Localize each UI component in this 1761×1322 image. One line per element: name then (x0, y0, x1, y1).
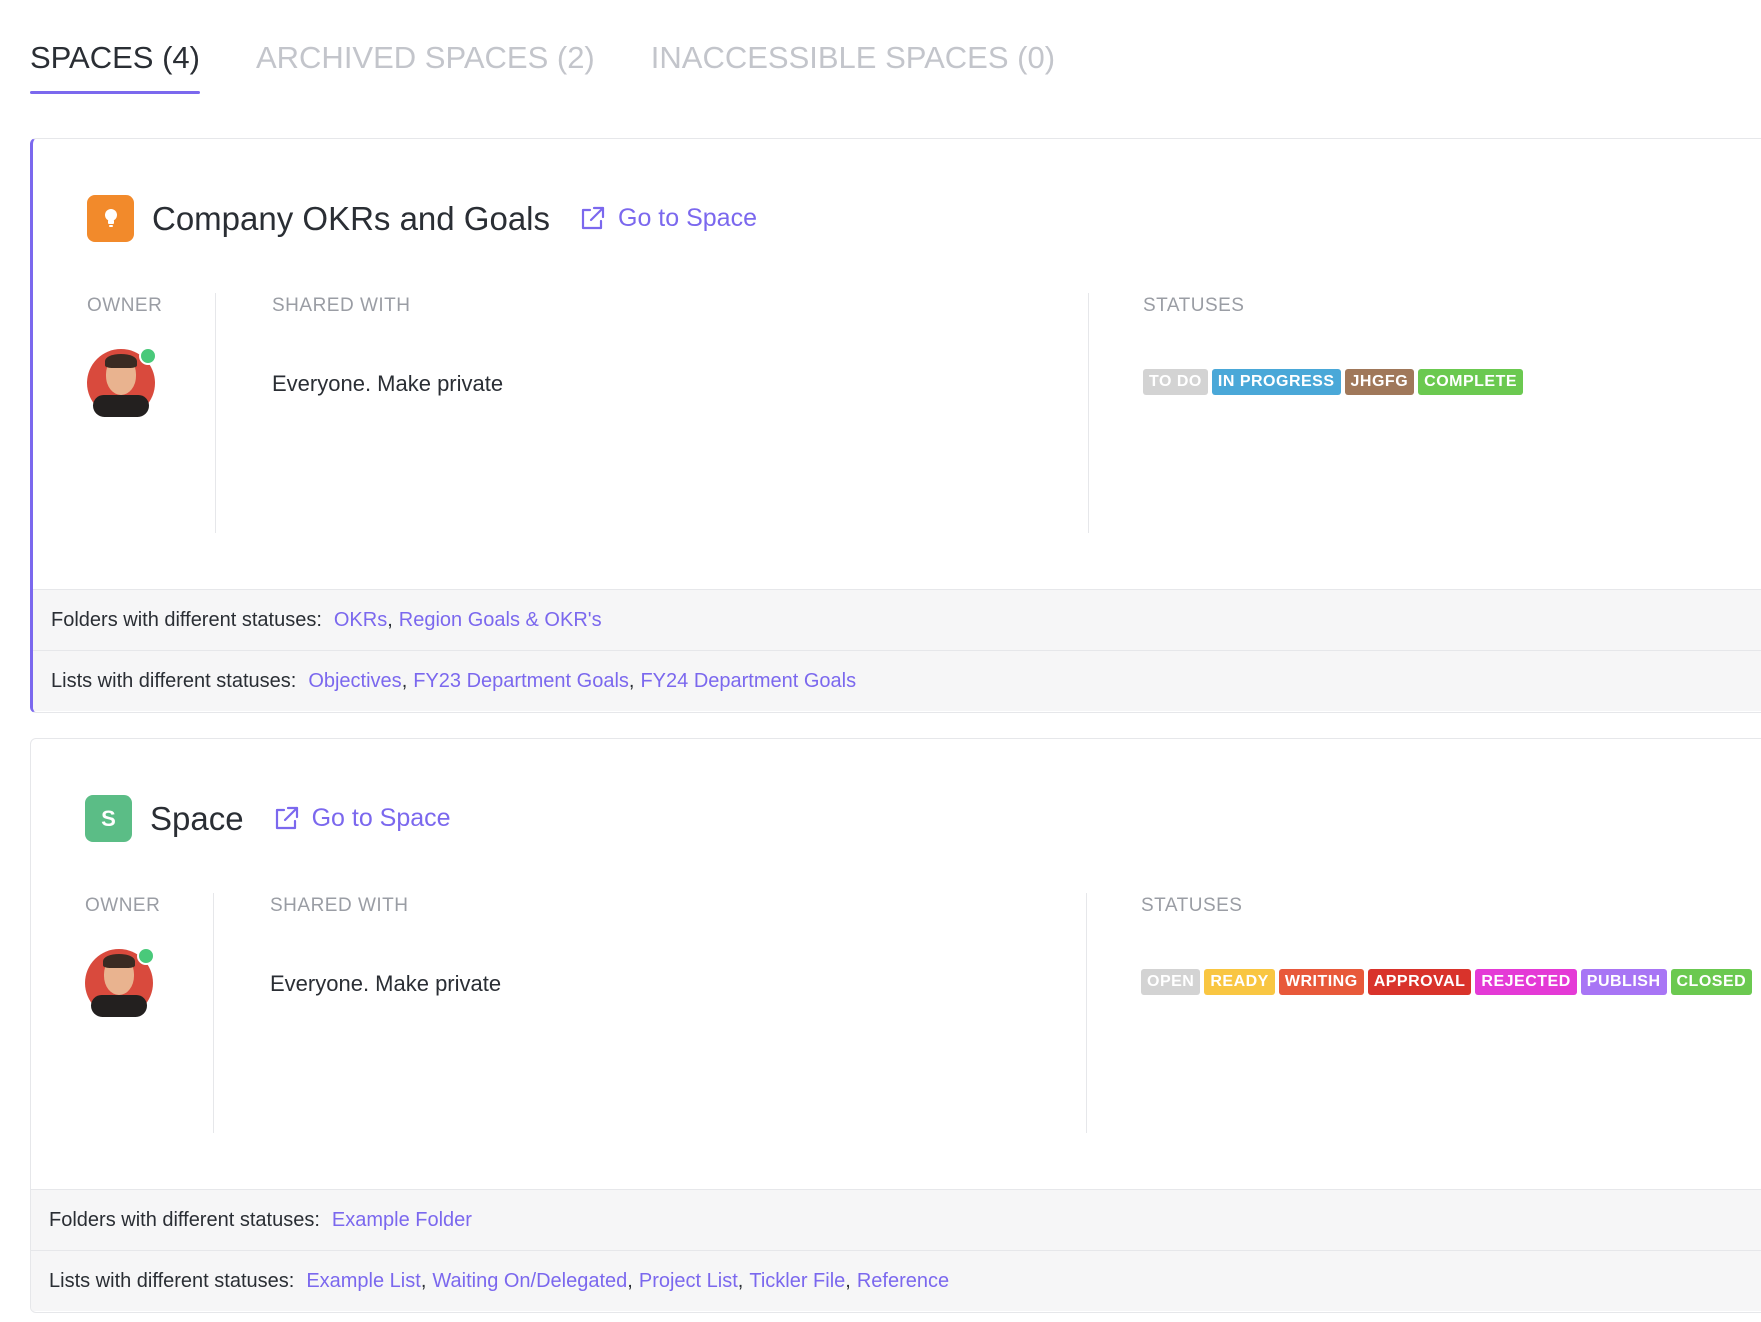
folders-row: Folders with different statuses: Example… (31, 1189, 1761, 1250)
status-list: TO DO IN PROGRESS JHGFG COMPLETE (1143, 369, 1524, 395)
list-link[interactable]: FY24 Department Goals (640, 670, 856, 693)
lists-row: Lists with different statuses: Objective… (33, 650, 1761, 711)
list-link[interactable]: Objectives (308, 670, 401, 693)
lists-row: Lists with different statuses: Example L… (31, 1250, 1761, 1311)
column-divider (1086, 893, 1087, 1133)
list-link[interactable]: FY23 Department Goals (413, 670, 629, 693)
status-pill: APPROVAL (1367, 969, 1472, 995)
list-link[interactable]: Waiting On/Delegated (432, 1270, 627, 1293)
space-name: Space (150, 799, 244, 837)
list-link[interactable]: Example List (306, 1270, 421, 1293)
space-header: S Space Go to Space (85, 795, 451, 842)
status-pill: OPEN (1141, 969, 1201, 995)
owner-avatar[interactable] (87, 347, 157, 417)
shared-with-value[interactable]: Everyone. Make private (272, 371, 503, 397)
statuses-label: STATUSES (1143, 295, 1245, 316)
space-name: Company OKRs and Goals (152, 199, 551, 237)
shared-with-label: SHARED WITH (272, 295, 411, 316)
status-pill: READY (1204, 969, 1275, 995)
spaces-settings-page: SPACES (4) ARCHIVED SPACES (2) INACCESSI… (0, 0, 1761, 1322)
go-to-space-link[interactable]: Go to Space (272, 804, 451, 833)
folders-prefix: Folders with different statuses: (51, 608, 322, 631)
space-card: Company OKRs and Goals Go to Space OWNER… (30, 138, 1761, 713)
owner-avatar[interactable] (85, 947, 155, 1017)
lists-prefix: Lists with different statuses: (51, 669, 297, 692)
list-link[interactable]: Tickler File (749, 1270, 845, 1293)
status-pill: COMPLETE (1418, 369, 1524, 395)
column-divider (215, 293, 216, 533)
folders-prefix: Folders with different statuses: (49, 1208, 320, 1231)
lists-prefix: Lists with different statuses: (49, 1269, 295, 1292)
list-link[interactable]: Reference (857, 1270, 949, 1293)
column-divider (213, 893, 214, 1133)
list-link[interactable]: Project List (639, 1270, 738, 1293)
tab-bar: SPACES (4) ARCHIVED SPACES (2) INACCESSI… (30, 40, 1055, 94)
folders-row: Folders with different statuses: OKRs, R… (33, 589, 1761, 650)
statuses-label: STATUSES (1141, 895, 1243, 916)
status-pill: PUBLISH (1580, 969, 1667, 995)
external-link-icon (581, 206, 605, 229)
go-to-space-label: Go to Space (618, 204, 757, 232)
status-pill: IN PROGRESS (1211, 369, 1341, 395)
space-header: Company OKRs and Goals Go to Space (87, 195, 757, 242)
status-list: OPEN READY WRITING APPROVAL REJECTED PUB… (1141, 969, 1753, 995)
space-avatar: S (85, 795, 132, 842)
column-divider (1088, 293, 1089, 533)
space-avatar-letter: S (101, 805, 116, 831)
shared-with-value[interactable]: Everyone. Make private (270, 971, 501, 997)
go-to-space-label: Go to Space (311, 804, 451, 832)
status-pill: JHGFG (1344, 369, 1415, 395)
tab-inaccessible-spaces[interactable]: INACCESSIBLE SPACES (0) (651, 40, 1055, 94)
folder-link[interactable]: Example Folder (332, 1209, 472, 1232)
status-pill: TO DO (1143, 369, 1208, 395)
space-avatar (87, 195, 134, 242)
go-to-space-link[interactable]: Go to Space (578, 204, 757, 233)
external-link-icon (275, 806, 298, 829)
tab-spaces[interactable]: SPACES (4) (30, 40, 200, 94)
shared-with-label: SHARED WITH (270, 895, 409, 916)
status-pill: REJECTED (1475, 969, 1577, 995)
online-indicator (139, 347, 157, 365)
space-card: S Space Go to Space OWNER SHARED WITH ST… (30, 738, 1761, 1313)
lightbulb-icon (104, 208, 117, 227)
folder-link[interactable]: OKRs (334, 609, 387, 632)
online-indicator (137, 947, 155, 965)
status-pill: CLOSED (1670, 969, 1753, 995)
status-pill: WRITING (1278, 969, 1364, 995)
folder-link[interactable]: Region Goals & OKR's (399, 609, 602, 632)
owner-label: OWNER (87, 295, 163, 316)
tab-archived-spaces[interactable]: ARCHIVED SPACES (2) (256, 40, 595, 94)
owner-label: OWNER (85, 895, 161, 916)
